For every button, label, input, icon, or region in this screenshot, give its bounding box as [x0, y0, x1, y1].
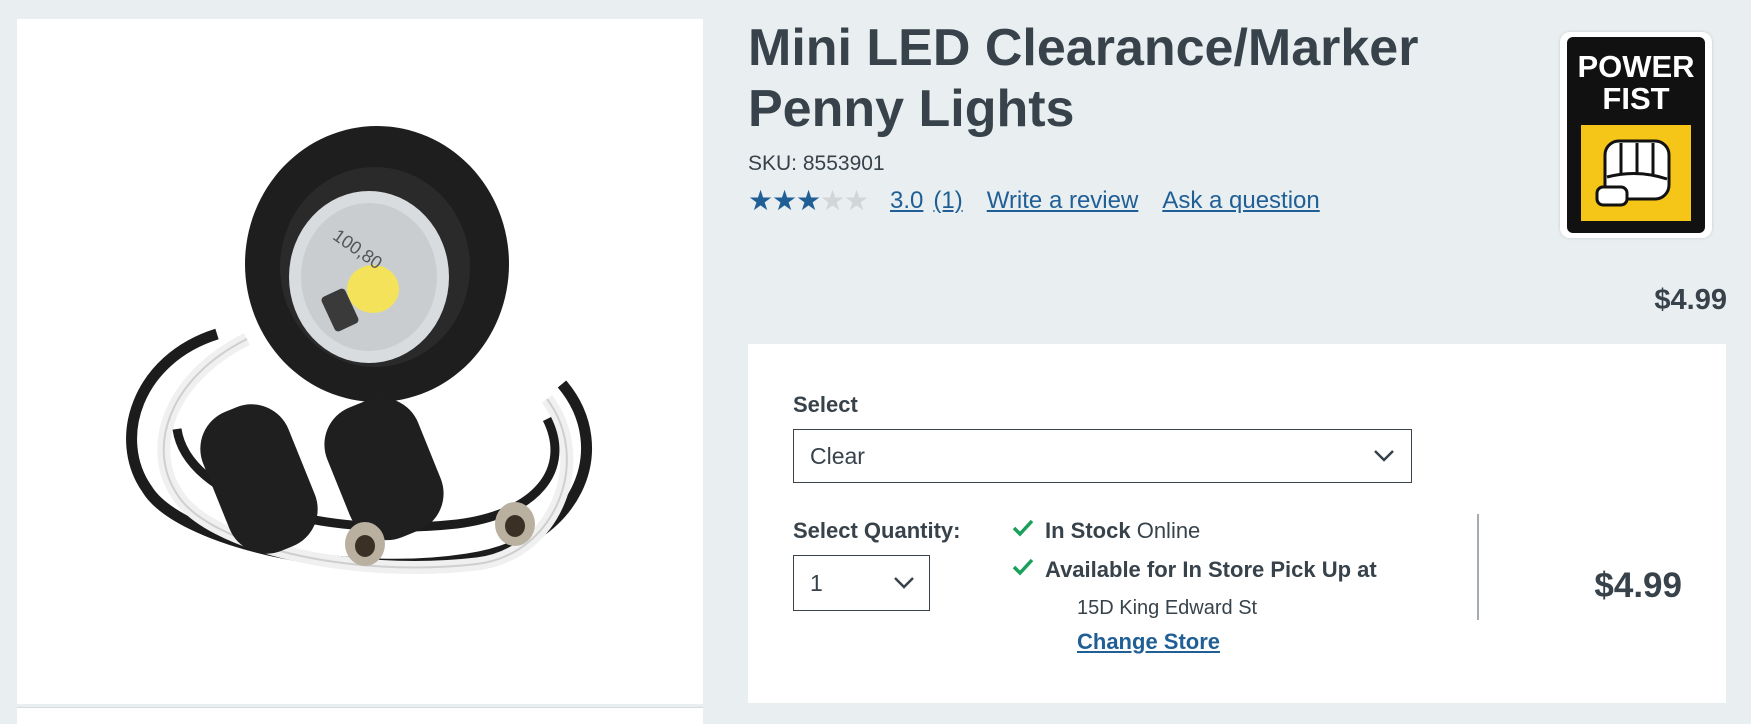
title-line-2: Penny Lights [748, 80, 1075, 138]
star-icon: ★ [796, 185, 822, 216]
in-stock-label: In Stock [1045, 518, 1131, 543]
star-rating: ★ ★ ★ ★ ★ [748, 185, 870, 216]
write-review-link[interactable]: Write a review [987, 187, 1139, 215]
checkmark-icon [1012, 558, 1034, 576]
chevron-down-icon [894, 577, 914, 589]
header-price: $4.99 [1654, 284, 1727, 316]
divider [1477, 514, 1479, 620]
led-light-illustration: 100,80 [126, 126, 592, 575]
quantity-label: Select Quantity: [793, 518, 961, 543]
logo-text-fist: FIST [1602, 81, 1669, 116]
review-count-link[interactable]: (1) [933, 187, 962, 215]
checkmark-icon [1012, 519, 1034, 537]
sku-text: SKU: 8553901 [748, 152, 885, 175]
fist-icon [1595, 139, 1671, 207]
product-title: Mini LED Clearance/Marker Penny Lights [748, 18, 1448, 140]
star-icon: ★ [844, 185, 870, 216]
store-address: 15D King Edward St [1077, 597, 1258, 619]
star-icon: ★ [772, 185, 798, 216]
product-image[interactable]: 100,80 [17, 19, 703, 704]
quantity-select-value: 1 [810, 569, 823, 596]
chevron-down-icon [1374, 450, 1394, 462]
in-stock-online: Online [1136, 518, 1201, 543]
in-stock-status: In Stock Online [1012, 518, 1201, 544]
rating-row: ★ ★ ★ ★ ★ 3.0 (1) Write a review Ask a q… [748, 186, 1344, 216]
title-line-1: Mini LED Clearance/Marker [748, 19, 1419, 77]
power-fist-logo: POWER FIST [1577, 49, 1695, 221]
change-store-link[interactable]: Change Store [1077, 629, 1220, 655]
card-price: $4.99 [1594, 566, 1682, 605]
logo-text-power: POWER [1577, 49, 1694, 84]
quantity-select[interactable]: 1 [793, 555, 930, 611]
purchase-card: Select Clear Select Quantity: 1 In Stock… [748, 344, 1726, 703]
rating-value-link[interactable]: 3.0 [890, 187, 923, 215]
thumbnail-strip [17, 707, 703, 724]
brand-logo[interactable]: POWER FIST [1560, 32, 1712, 238]
ask-question-link[interactable]: Ask a question [1162, 187, 1319, 215]
variant-select-value: Clear [810, 442, 865, 469]
select-label: Select [793, 392, 858, 417]
star-icon: ★ [820, 185, 846, 216]
star-icon: ★ [748, 185, 774, 216]
pickup-status: Available for In Store Pick Up at [1012, 557, 1377, 583]
pickup-label: Available for In Store Pick Up at [1045, 557, 1377, 582]
variant-select[interactable]: Clear [793, 429, 1412, 483]
